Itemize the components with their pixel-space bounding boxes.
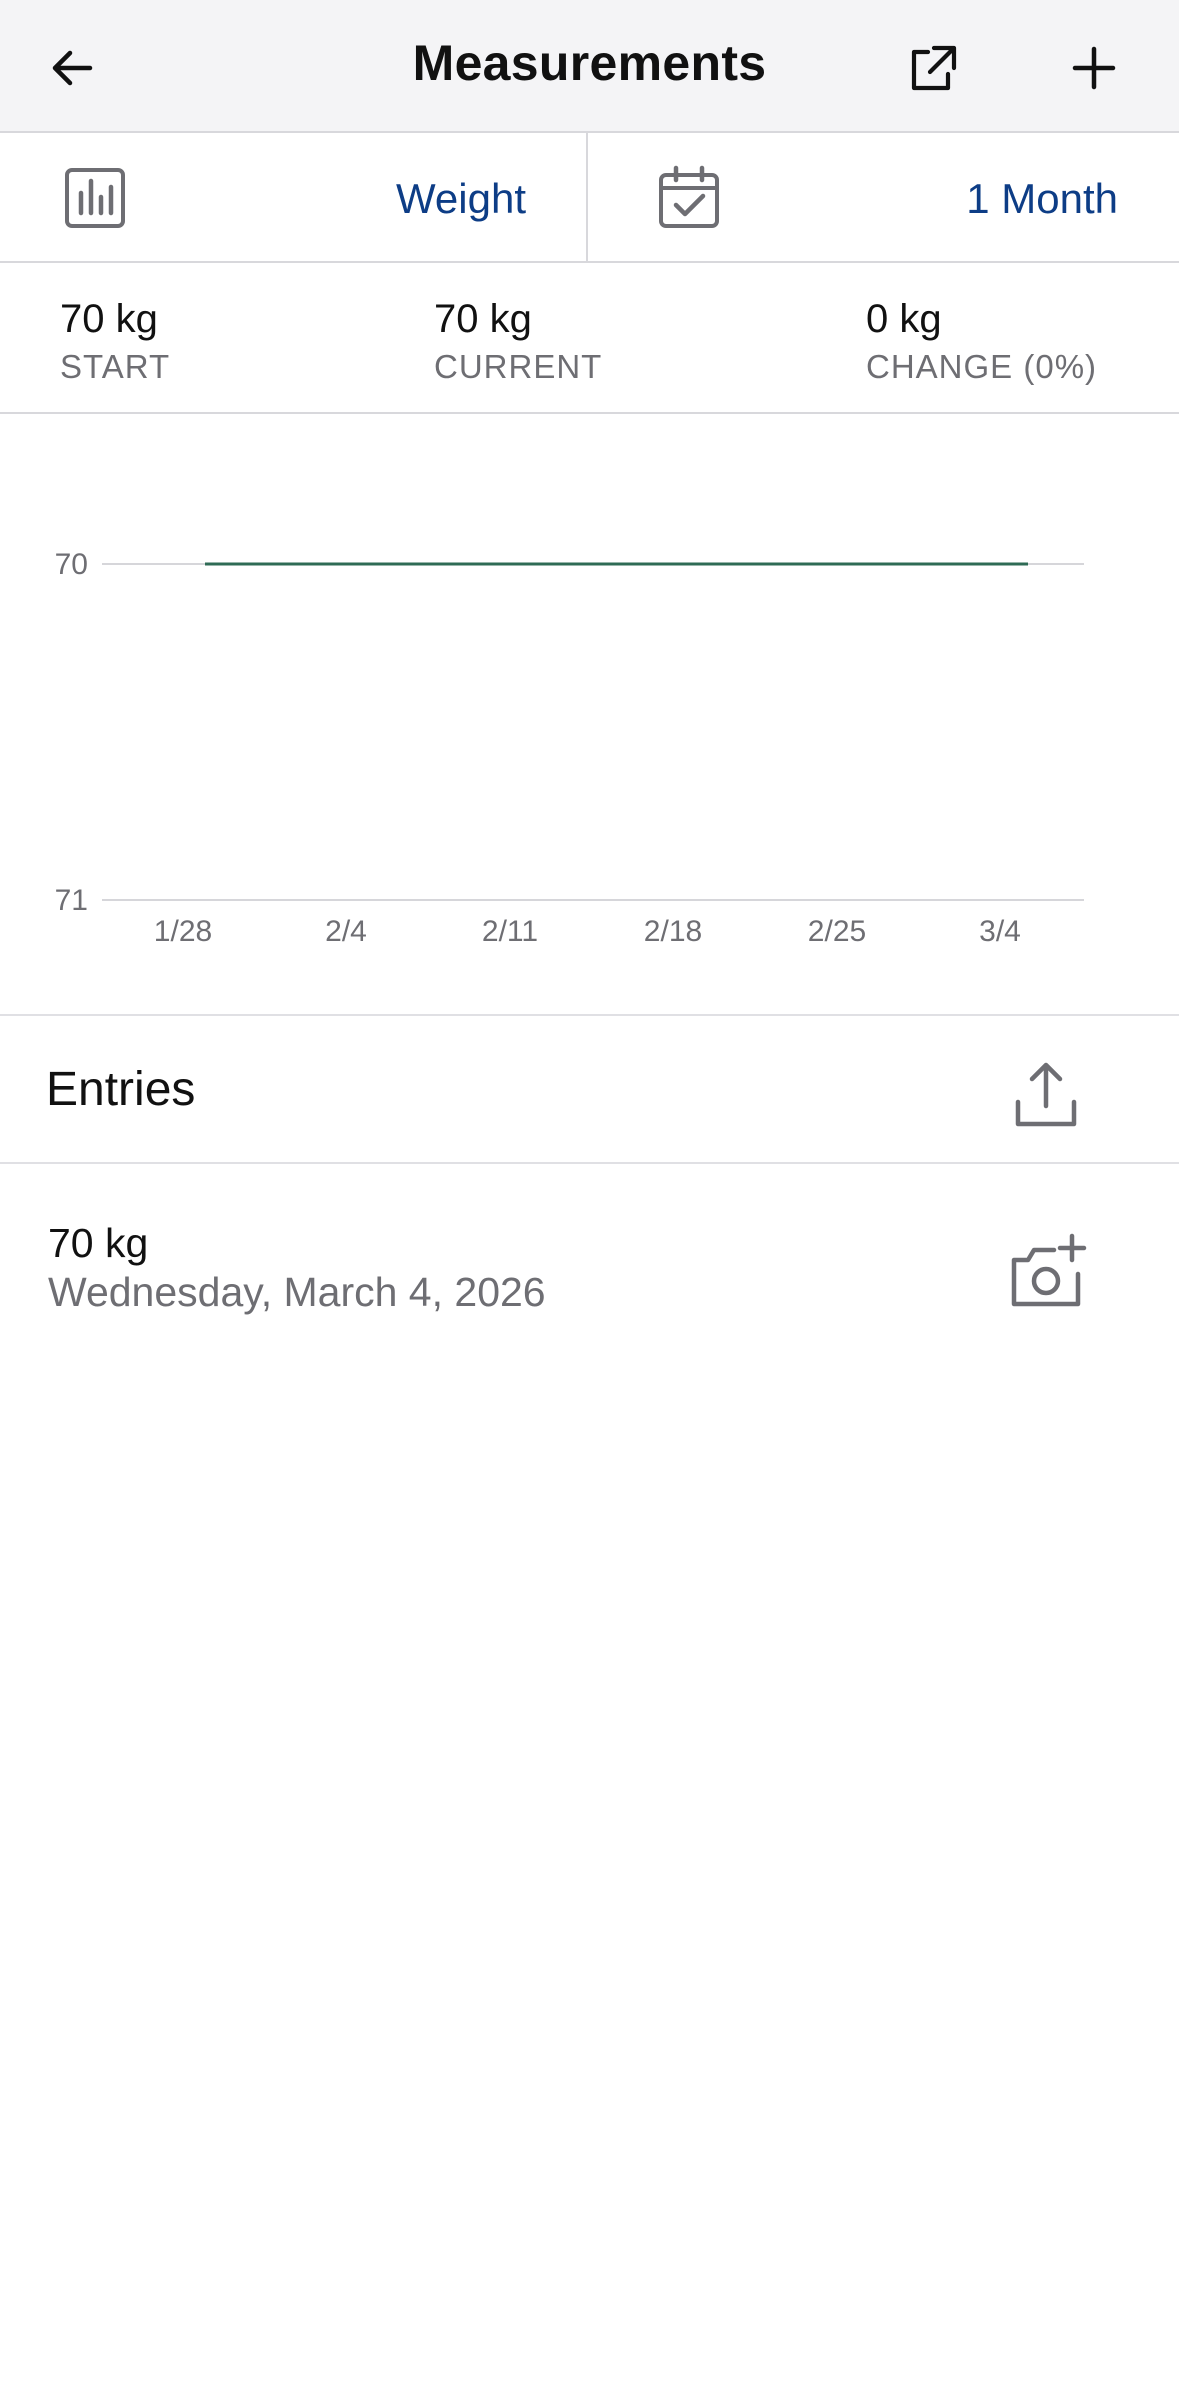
add-button[interactable] (1056, 30, 1132, 106)
chart-svg: 70 71 1/28 2/4 2/11 2/18 2/25 3/4 (55, 548, 1084, 948)
camera-add-icon[interactable] (1004, 1230, 1090, 1316)
entries-title: Entries (46, 1063, 196, 1116)
stat-change-label: CHANGE (0%) (866, 348, 1098, 385)
weight-chart: 70 71 1/28 2/4 2/11 2/18 2/25 3/4 (0, 414, 1179, 1014)
x-tick-label: 2/11 (482, 915, 538, 948)
x-tick-label: 2/18 (644, 915, 702, 948)
share-icon[interactable] (1006, 1056, 1086, 1136)
entries-header: Entries (0, 1016, 1179, 1162)
stats-row: 70 kg START 70 kg CURRENT 0 kg CHANGE (0… (0, 263, 1179, 414)
external-link-button[interactable] (894, 30, 970, 106)
list-item[interactable]: 70 kg Wednesday, March 4, 2026 (0, 1164, 1179, 1334)
metric-label: Weight (396, 175, 526, 222)
entry-value: 70 kg (48, 1220, 149, 1266)
y-tick-label: 71 (55, 884, 88, 917)
page-title: Measurements (412, 35, 767, 91)
metric-selector[interactable]: Weight (0, 133, 588, 261)
stat-change: 0 kg CHANGE (0%) (866, 297, 1097, 386)
bar-chart-icon (65, 168, 125, 228)
stat-change-value: 0 kg (866, 297, 942, 341)
selector-bar: Weight 1 Month (0, 133, 1179, 263)
measurements-screen: Measurements Weight 1 Month 70 kg START … (0, 0, 1179, 2396)
external-link-icon (911, 45, 957, 91)
y-tick-label: 70 (55, 548, 88, 581)
range-label: 1 Month (966, 175, 1118, 222)
stat-start-label: START (60, 348, 171, 385)
x-tick-label: 3/4 (979, 915, 1021, 948)
x-tick-label: 2/4 (325, 915, 367, 948)
range-selector[interactable]: 1 Month (590, 133, 1178, 261)
stat-start: 70 kg START (60, 297, 170, 386)
stat-start-value: 70 kg (60, 297, 158, 341)
stat-current: 70 kg CURRENT (434, 297, 602, 386)
x-tick-label: 2/25 (808, 915, 866, 948)
top-bar: Measurements (0, 0, 1179, 133)
stat-current-value: 70 kg (434, 297, 532, 341)
calendar-check-icon (659, 165, 719, 228)
stat-current-label: CURRENT (434, 348, 603, 385)
plus-icon (1072, 46, 1116, 90)
x-tick-label: 1/28 (154, 915, 212, 948)
entry-date: Wednesday, March 4, 2026 (48, 1269, 546, 1315)
